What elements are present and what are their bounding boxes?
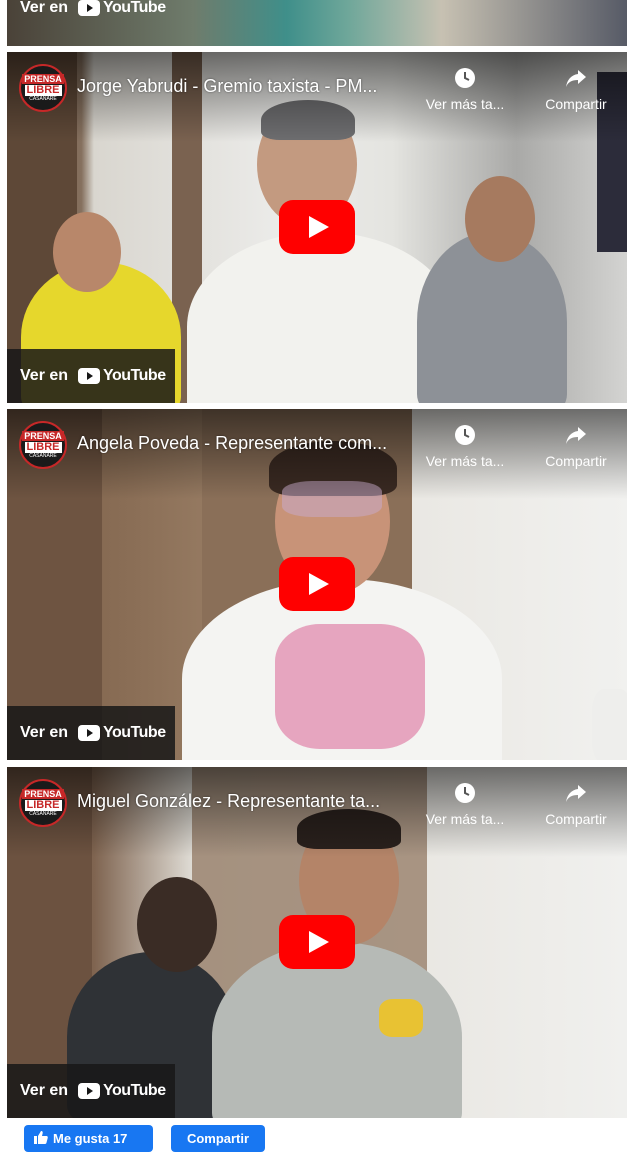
- play-button[interactable]: [279, 557, 355, 611]
- play-button[interactable]: [279, 200, 355, 254]
- youtube-wordmark: YouTube: [103, 367, 166, 384]
- share-label: Compartir: [545, 811, 607, 827]
- video-embed-3[interactable]: PRENSA LIBRE CASANARE Miguel González - …: [7, 767, 627, 1118]
- share-label: Compartir: [545, 453, 607, 469]
- youtube-logo-icon: YouTube: [78, 1082, 166, 1100]
- video-title[interactable]: Jorge Yabrudi - Gremio taxista - PM...: [77, 76, 412, 97]
- like-label: Me gusta 17: [53, 1131, 128, 1146]
- watch-on-youtube-button[interactable]: Ver en YouTube: [7, 349, 175, 403]
- facebook-share-label: Compartir: [186, 1131, 250, 1146]
- share-label: Compartir: [545, 96, 607, 112]
- youtube-wordmark: YouTube: [103, 724, 166, 741]
- share-arrow-icon: [564, 66, 588, 90]
- video-embed-1[interactable]: PRENSA LIBRE CASANARE Jorge Yabrudi - Gr…: [7, 52, 627, 403]
- video-title[interactable]: Angela Poveda - Representante com...: [77, 433, 412, 454]
- watch-later-button[interactable]: Ver más ta...: [420, 66, 510, 112]
- channel-avatar[interactable]: PRENSA LIBRE CASANARE: [19, 779, 67, 827]
- channel-avatar[interactable]: PRENSA LIBRE CASANARE: [19, 421, 67, 469]
- ver-en-label: Ver en: [20, 724, 69, 741]
- facebook-like-button[interactable]: Me gusta 17: [24, 1125, 153, 1152]
- clock-icon: [453, 781, 477, 805]
- youtube-logo-icon: YouTube: [78, 724, 166, 742]
- facebook-actions: Me gusta 17 Compartir: [24, 1125, 265, 1152]
- clock-icon: [453, 423, 477, 447]
- youtube-logo-icon: YouTube: [78, 367, 166, 385]
- clock-icon: [453, 66, 477, 90]
- share-button[interactable]: Compartir: [531, 781, 621, 827]
- watch-later-button[interactable]: Ver más ta...: [420, 423, 510, 469]
- youtube-wordmark: YouTube: [103, 1082, 166, 1099]
- share-arrow-icon: [564, 781, 588, 805]
- watch-later-label: Ver más ta...: [425, 453, 505, 469]
- youtube-logo-icon: YouTube: [78, 0, 166, 17]
- channel-avatar[interactable]: PRENSA LIBRE CASANARE: [19, 64, 67, 112]
- thumbs-up-icon: [34, 1130, 48, 1147]
- watch-later-label: Ver más ta...: [425, 96, 505, 112]
- ver-en-label: Ver en: [20, 1082, 69, 1099]
- play-icon: [279, 915, 355, 969]
- play-button[interactable]: [279, 915, 355, 969]
- facebook-share-button[interactable]: Compartir: [171, 1125, 265, 1152]
- share-button[interactable]: Compartir: [531, 66, 621, 112]
- share-button[interactable]: Compartir: [531, 423, 621, 469]
- video-embed-2[interactable]: PRENSA LIBRE CASANARE Angela Poveda - Re…: [7, 409, 627, 760]
- video-title[interactable]: Miguel González - Representante ta...: [77, 791, 412, 812]
- watch-on-youtube-button[interactable]: Ver en YouTube: [7, 706, 175, 760]
- video-embed-partial[interactable]: Ver en YouTube: [7, 0, 627, 46]
- play-icon: [279, 557, 355, 611]
- ver-en-label: Ver en: [20, 0, 69, 16]
- watch-later-label: Ver más ta...: [425, 811, 505, 827]
- youtube-wordmark: YouTube: [103, 0, 166, 16]
- play-icon: [279, 200, 355, 254]
- share-arrow-icon: [564, 423, 588, 447]
- watch-on-youtube-button[interactable]: Ver en YouTube: [7, 0, 175, 28]
- watch-on-youtube-button[interactable]: Ver en YouTube: [7, 1064, 175, 1118]
- watch-later-button[interactable]: Ver más ta...: [420, 781, 510, 827]
- ver-en-label: Ver en: [20, 367, 69, 384]
